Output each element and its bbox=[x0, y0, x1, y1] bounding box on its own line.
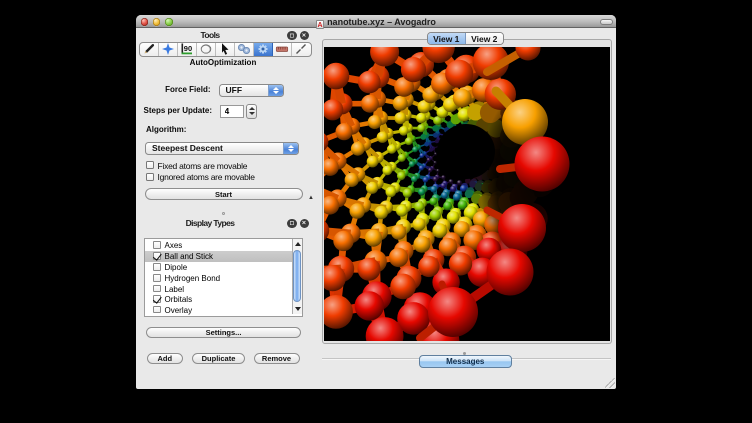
svg-text:90: 90 bbox=[184, 44, 192, 53]
